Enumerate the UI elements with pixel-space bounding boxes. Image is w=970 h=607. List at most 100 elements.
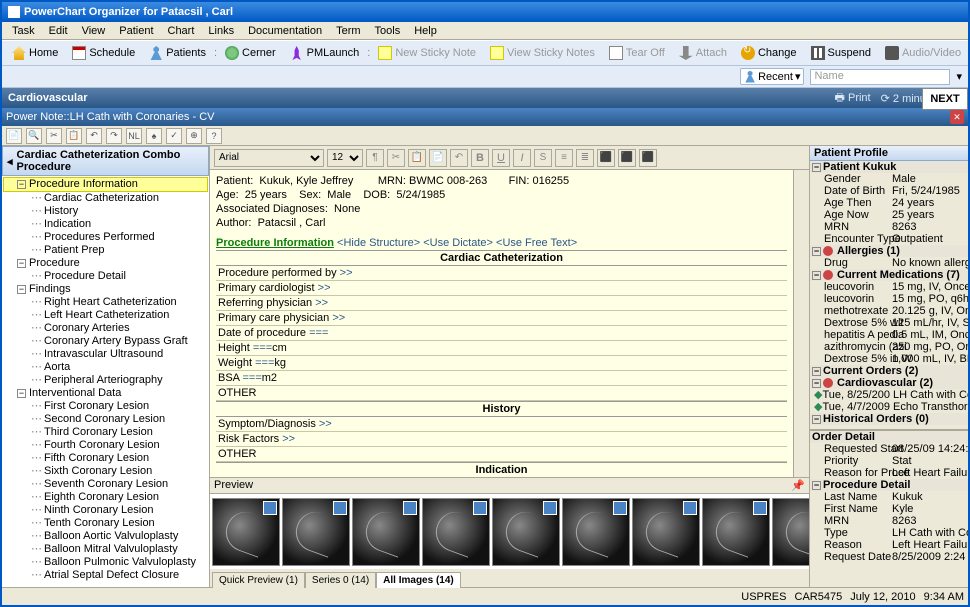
doc-field-row[interactable]: Primary cardiologist >> bbox=[216, 281, 787, 296]
doc-field-row[interactable]: Risk Factors >> bbox=[216, 432, 787, 447]
tree-node[interactable]: ⋯Left Heart Catheterization bbox=[3, 309, 208, 322]
image-thumbnail[interactable] bbox=[702, 498, 770, 566]
menu-task[interactable]: Task bbox=[6, 25, 41, 37]
toolbar-audio-video[interactable]: Audio/Video bbox=[879, 43, 967, 63]
tree-node[interactable]: ⋯Procedure Detail bbox=[3, 270, 208, 283]
doc-field-row[interactable]: Primary care physician >> bbox=[216, 311, 787, 326]
tool-btn[interactable]: ? bbox=[206, 128, 222, 144]
doc-field-row[interactable]: BSA ===m2 bbox=[216, 371, 787, 386]
tree-node[interactable]: ⋯Fourth Coronary Lesion bbox=[3, 439, 208, 452]
image-thumbnail[interactable] bbox=[492, 498, 560, 566]
tree-node[interactable]: ⋯Balloon Pulmonic Valvuloplasty bbox=[3, 556, 208, 569]
image-thumbnail[interactable] bbox=[422, 498, 490, 566]
tool-btn[interactable]: ↶ bbox=[86, 128, 102, 144]
use-dictate-link[interactable]: <Use Dictate> bbox=[423, 237, 493, 249]
tree-node[interactable]: ⋯Coronary Arteries bbox=[3, 322, 208, 335]
menu-tools[interactable]: Tools bbox=[369, 25, 407, 37]
toolbar-home[interactable]: Home bbox=[6, 43, 64, 63]
image-thumbnail[interactable] bbox=[352, 498, 420, 566]
menu-term[interactable]: Term bbox=[330, 25, 366, 37]
tree-node[interactable]: ⋯Tenth Coronary Lesion bbox=[3, 517, 208, 530]
toolbar-change[interactable]: Change bbox=[735, 43, 803, 63]
image-thumbnail[interactable] bbox=[212, 498, 280, 566]
toolbar-pmlaunch[interactable]: PMLaunch bbox=[284, 43, 366, 63]
tree-node[interactable]: ⋯Aorta bbox=[3, 361, 208, 374]
list-icon[interactable]: ≣ bbox=[576, 149, 594, 167]
tree-node[interactable]: ⋯First Coronary Lesion bbox=[3, 400, 208, 413]
tool-btn[interactable]: NL bbox=[126, 128, 142, 144]
profile-group-header[interactable]: −Patient Kukuk bbox=[810, 161, 968, 173]
image-thumbnail[interactable] bbox=[772, 498, 809, 566]
image-thumbnail[interactable] bbox=[632, 498, 700, 566]
tree-node[interactable]: ⋯Ninth Coronary Lesion bbox=[3, 504, 208, 517]
order-row[interactable]: ◆ Tue, 8/25/200 LH Cath with Coron bbox=[810, 389, 968, 401]
print-button[interactable]: 🖶 Print bbox=[835, 89, 871, 108]
cut-icon[interactable]: ✂ bbox=[387, 149, 405, 167]
menu-chart[interactable]: Chart bbox=[162, 25, 201, 37]
hide-structure-link[interactable]: <Hide Structure> bbox=[337, 237, 420, 249]
toolbar-view-sticky-notes[interactable]: View Sticky Notes bbox=[484, 43, 601, 63]
doc-scrollbar[interactable] bbox=[793, 170, 809, 477]
size-select[interactable]: 12 bbox=[327, 149, 363, 167]
tree-node[interactable]: ⋯Intravascular Ultrasound bbox=[3, 348, 208, 361]
tree-node[interactable]: ⋯Second Coronary Lesion bbox=[3, 413, 208, 426]
bold-icon[interactable]: B bbox=[471, 149, 489, 167]
name-search-input[interactable]: Name bbox=[810, 69, 950, 85]
tool-btn[interactable]: ↷ bbox=[106, 128, 122, 144]
copy-icon[interactable]: 📋 bbox=[408, 149, 426, 167]
search-go-button[interactable]: ▾ bbox=[956, 70, 962, 83]
tree-node[interactable]: ⋯Balloon Aortic Valvuloplasty bbox=[3, 530, 208, 543]
use-free-text-link[interactable]: <Use Free Text> bbox=[496, 237, 577, 249]
tree-node[interactable]: ⋯Right Heart Catheterization bbox=[3, 296, 208, 309]
tree-node[interactable]: ⋯Balloon Mitral Valvuloplasty bbox=[3, 543, 208, 556]
strike-icon[interactable]: S bbox=[534, 149, 552, 167]
tree-node[interactable]: ⋯Coronary Artery Bypass Graft bbox=[3, 335, 208, 348]
tree-node[interactable]: ⋯Eighth Coronary Lesion bbox=[3, 491, 208, 504]
tool-btn[interactable]: ✓ bbox=[166, 128, 182, 144]
tool-btn[interactable]: 📋 bbox=[66, 128, 82, 144]
undo-icon[interactable]: ↶ bbox=[450, 149, 468, 167]
tree-node[interactable]: ⋯Indication bbox=[3, 218, 208, 231]
align-icon[interactable]: ⬛ bbox=[618, 149, 636, 167]
tree-node[interactable]: ⋯Procedures Performed bbox=[3, 231, 208, 244]
font-select[interactable]: Arial bbox=[214, 149, 324, 167]
image-thumbnail[interactable] bbox=[282, 498, 350, 566]
tree-node[interactable]: ⋯Peripheral Arteriography bbox=[3, 374, 208, 387]
toolbar-cerner[interactable]: Cerner bbox=[219, 43, 282, 63]
toolbar-patients[interactable]: Patients bbox=[143, 43, 212, 63]
menu-patient[interactable]: Patient bbox=[113, 25, 159, 37]
italic-icon[interactable]: I bbox=[513, 149, 531, 167]
tree-node[interactable]: ⋯Sixth Coronary Lesion bbox=[3, 465, 208, 478]
menu-view[interactable]: View bbox=[76, 25, 112, 37]
tree-node[interactable]: ⋯Third Coronary Lesion bbox=[3, 426, 208, 439]
preview-tab[interactable]: Series 0 (14) bbox=[305, 572, 376, 588]
toolbar-attach[interactable]: Attach bbox=[673, 43, 733, 63]
tree-node[interactable]: −Procedure Information bbox=[3, 177, 208, 192]
order-row[interactable]: ◆ Tue, 4/7/2009 Echo Transthoracic bbox=[810, 401, 968, 413]
doc-field-row[interactable]: OTHER bbox=[216, 447, 787, 462]
close-note-button[interactable]: ✕ bbox=[950, 110, 964, 124]
doc-field-row[interactable]: Height ===cm bbox=[216, 341, 787, 356]
tool-btn[interactable]: ⊕ bbox=[186, 128, 202, 144]
tree-node[interactable]: ⋯Patient Prep bbox=[3, 244, 208, 257]
menu-help[interactable]: Help bbox=[408, 25, 443, 37]
list-icon[interactable]: ≡ bbox=[555, 149, 573, 167]
doc-field-row[interactable]: Referring physician >> bbox=[216, 296, 787, 311]
profile-group-header[interactable]: −Current Orders (2) bbox=[810, 365, 968, 377]
doc-field-row[interactable]: Procedure performed by >> bbox=[216, 266, 787, 281]
tree-node[interactable]: −Findings bbox=[3, 283, 208, 296]
tool-btn[interactable]: 📄 bbox=[6, 128, 22, 144]
preview-tab[interactable]: Quick Preview (1) bbox=[212, 572, 305, 588]
recent-dropdown[interactable]: Recent▾ bbox=[740, 68, 804, 85]
tree-header[interactable]: ◂ Cardiac Catheterization Combo Procedur… bbox=[2, 146, 209, 176]
profile-group-header[interactable]: −Cardiovascular (2) bbox=[810, 377, 968, 389]
tree-node[interactable]: ⋯Cardiac Catheterization bbox=[3, 192, 208, 205]
tool-btn[interactable]: ♠ bbox=[146, 128, 162, 144]
tree-node[interactable]: ⋯History bbox=[3, 205, 208, 218]
doc-field-row[interactable]: OTHER bbox=[216, 386, 787, 401]
doc-field-row[interactable]: Weight ===kg bbox=[216, 356, 787, 371]
proc-info-link[interactable]: Procedure Information bbox=[216, 237, 334, 249]
tb-btn[interactable]: ¶ bbox=[366, 149, 384, 167]
document-body[interactable]: Patient: Kukuk, Kyle Jeffrey MRN: BWMC 0… bbox=[210, 170, 793, 477]
profile-group-header[interactable]: −Allergies (1) bbox=[810, 245, 968, 257]
